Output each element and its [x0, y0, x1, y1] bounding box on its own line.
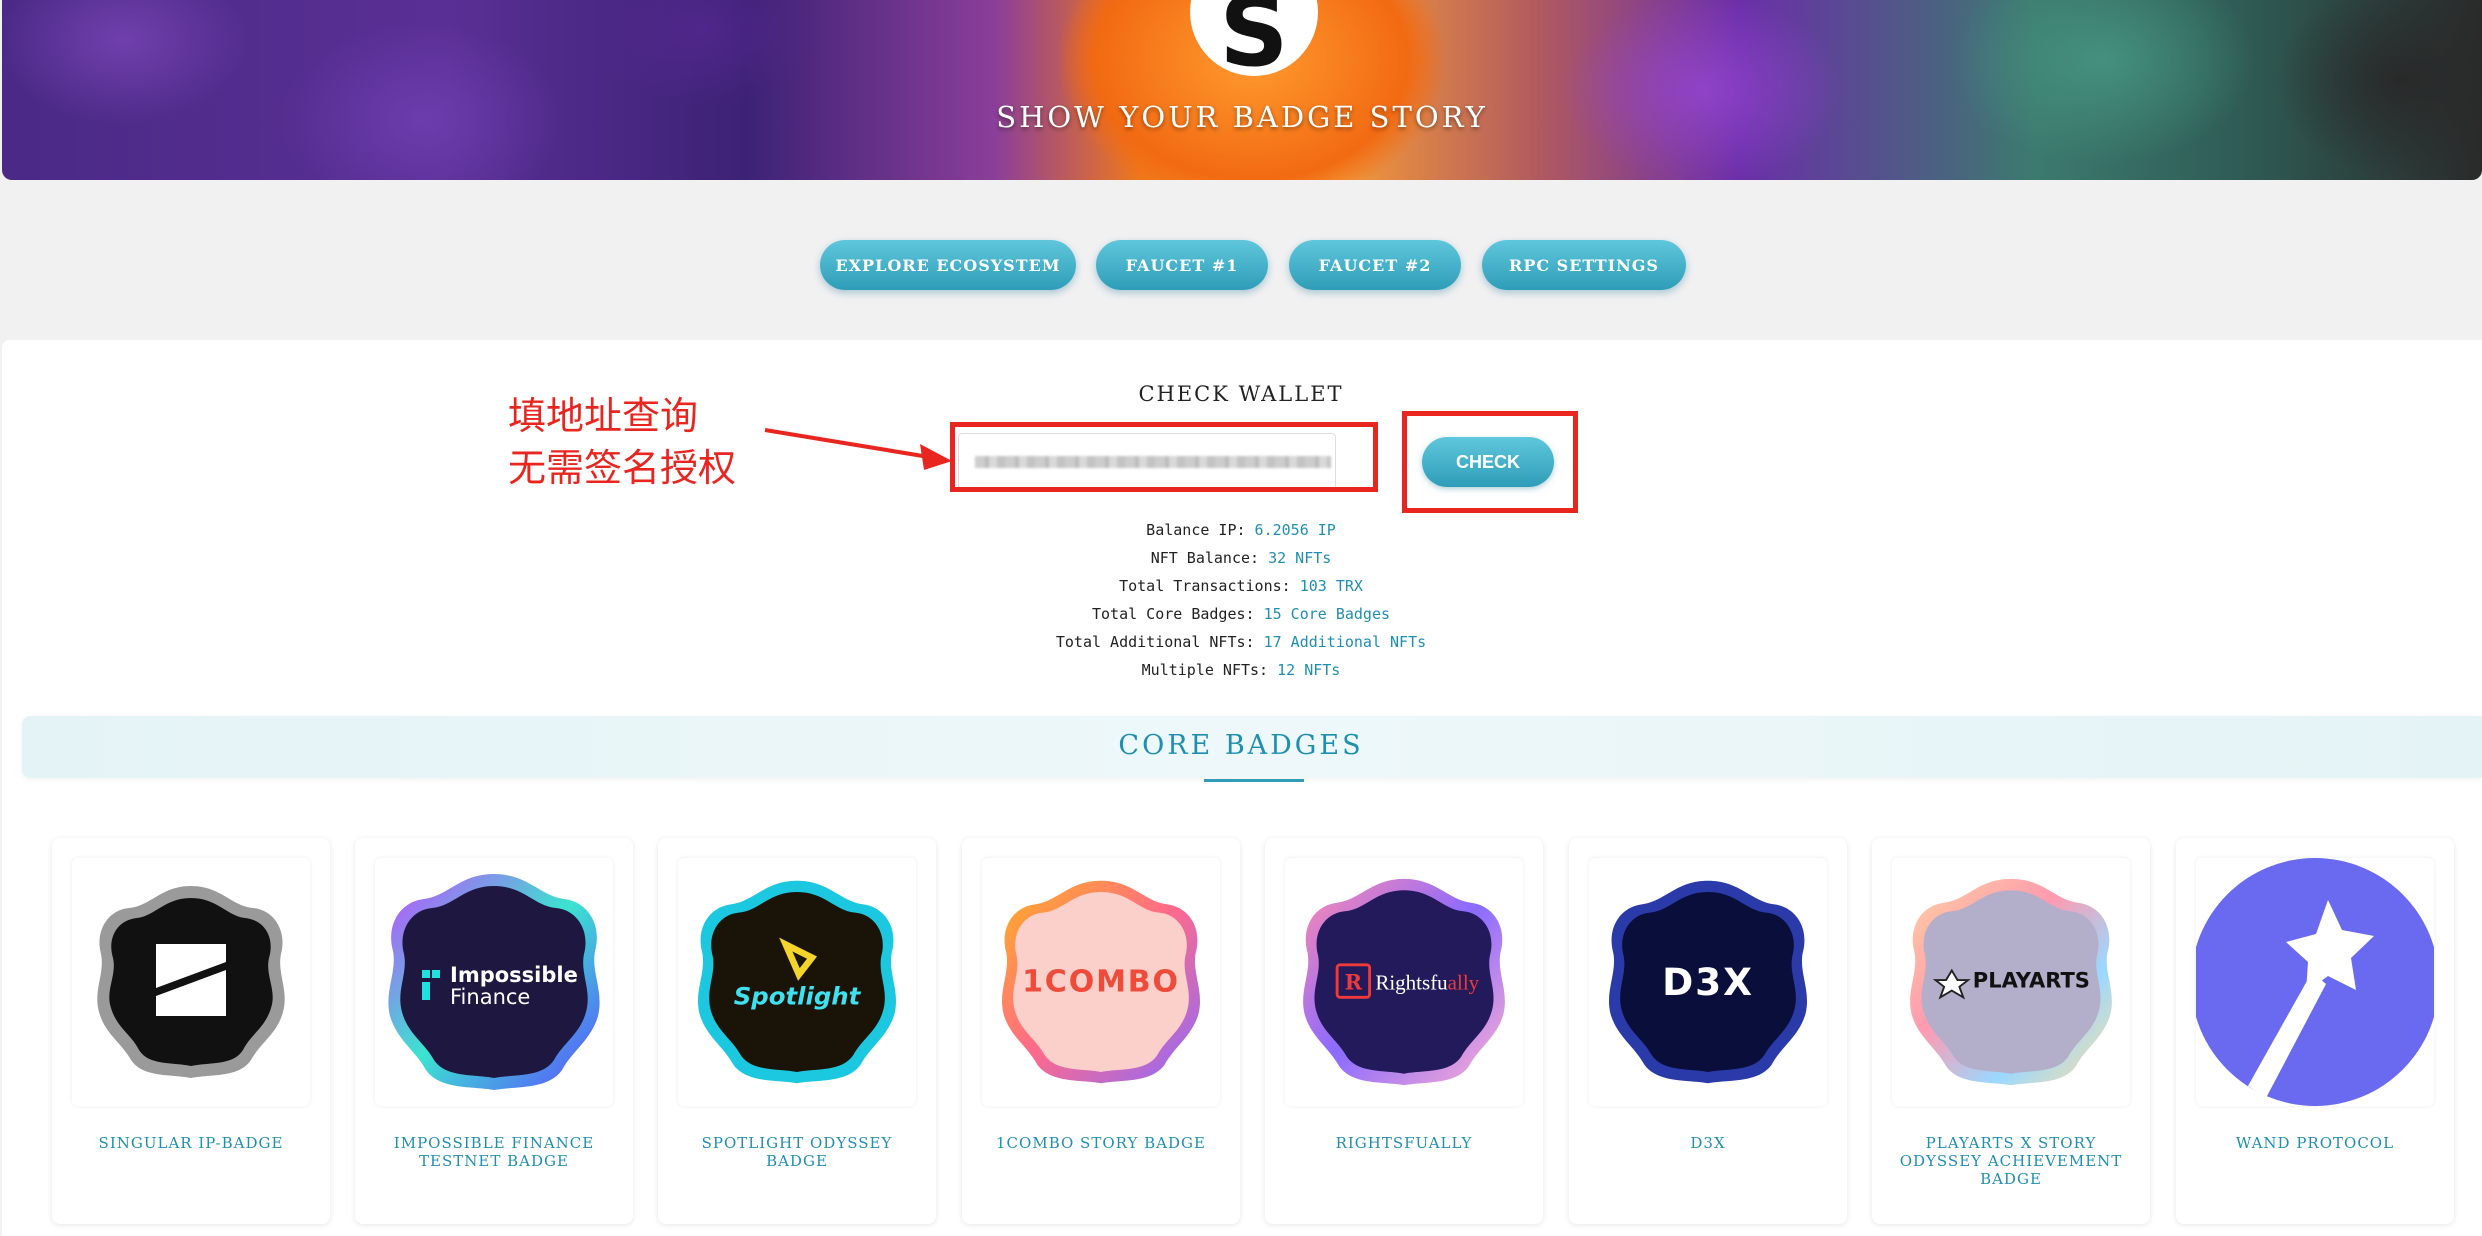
svg-text:1COMBO: 1COMBO — [1022, 964, 1180, 999]
badge-name: SINGULAR IP-BADGE — [98, 1134, 284, 1152]
impossible-finance-badge-icon: Impossible Finance — [388, 874, 600, 1090]
annotation-line-2: 无需签名授权 — [508, 446, 737, 490]
spotlight-badge-icon: Spotlight — [697, 880, 897, 1084]
d3x-badge-icon: D3X — [1608, 880, 1808, 1084]
stat-nft-balance: NFT Balance: 32 NFTs — [1150, 549, 1332, 567]
badge-card-spotlight[interactable]: Spotlight SPOTLIGHT ODYSSEY BADGE — [658, 838, 936, 1224]
badge-name: PLAYARTS X STORY ODYSSEY ACHIEVEMENT BAD… — [1899, 1134, 2123, 1188]
hero-title: SHOW YOUR BADGE STORY — [996, 100, 1488, 134]
svg-text:D3X: D3X — [1662, 960, 1754, 1004]
annotation-text: 填地址查询 无需签名授权 — [508, 390, 736, 494]
badge-image — [72, 858, 310, 1106]
badge-image: 1COMBO — [982, 858, 1220, 1106]
badge-name: D3X — [1690, 1134, 1726, 1152]
badge-card-rightsfually[interactable]: R Rightsfually RIGHTSFUALLY — [1265, 838, 1543, 1224]
core-badges-title: CORE BADGES — [1118, 730, 1364, 761]
stat-additional-nfts: Total Additional NFTs: 17 Additional NFT… — [1055, 633, 1427, 651]
check-wallet-title: CHECK WALLET — [1138, 382, 1344, 406]
stat-total-transactions: Total Transactions: 103 TRX — [1119, 577, 1363, 595]
stat-multiple-nfts: Multiple NFTs: 12 NFTs — [1141, 661, 1341, 679]
badge-image: R Rightsfually — [1285, 858, 1523, 1106]
badge-image: Impossible Finance — [375, 858, 613, 1106]
badge-card-playarts[interactable]: PLAYARTS PLAYARTS X STORY ODYSSEY ACHIEV… — [1872, 838, 2150, 1224]
badge-card-singular[interactable]: SINGULAR IP-BADGE — [52, 838, 330, 1224]
story-logo: S — [1190, 0, 1318, 80]
wallet-stats: Balance IP: 6.2056 IP NFT Balance: 32 NF… — [0, 516, 2482, 684]
1combo-badge-icon: 1COMBO — [1001, 880, 1201, 1084]
svg-text:PLAYARTS: PLAYARTS — [1973, 968, 2090, 993]
svg-text:Rightsfually: Rightsfually — [1375, 971, 1479, 995]
singular-badge-icon — [97, 886, 285, 1078]
badge-image — [2196, 858, 2434, 1106]
explore-ecosystem-button[interactable]: EXPLORE ECOSYSTEM — [820, 240, 1076, 290]
badge-name: SPOTLIGHT ODYSSEY BADGE — [701, 1134, 893, 1170]
badge-card-1combo[interactable]: 1COMBO 1COMBO STORY BADGE — [962, 838, 1240, 1224]
hero-banner: S SHOW YOUR BADGE STORY — [2, 0, 2482, 180]
badge-name: WAND PROTOCOL — [2235, 1134, 2395, 1152]
badge-card-d3x[interactable]: D3X D3X — [1569, 838, 1847, 1224]
badge-card-wand-protocol[interactable]: WAND PROTOCOL — [2176, 838, 2454, 1224]
stat-core-badges: Total Core Badges: 15 Core Badges — [1091, 605, 1391, 623]
button-highlight-box — [1402, 411, 1578, 513]
svg-text:Impossible: Impossible — [450, 963, 578, 987]
rpc-settings-button[interactable]: RPC SETTINGS — [1482, 240, 1686, 290]
badge-name: RIGHTSFUALLY — [1335, 1134, 1473, 1152]
stat-balance: Balance IP: 6.2056 IP — [1146, 521, 1336, 539]
faucet-1-button[interactable]: FAUCET #1 — [1096, 240, 1268, 290]
badge-image: D3X — [1589, 858, 1827, 1106]
core-underline — [1204, 779, 1304, 782]
badge-name: IMPOSSIBLE FINANCE TESTNET BADGE — [393, 1134, 595, 1170]
badge-image: Spotlight — [678, 858, 916, 1106]
svg-text:R: R — [1345, 970, 1363, 995]
rightsfually-badge-icon: R Rightsfually — [1303, 878, 1505, 1086]
svg-text:Finance: Finance — [450, 985, 530, 1009]
badge-name: 1COMBO STORY BADGE — [996, 1134, 1206, 1152]
nav-bar: EXPLORE ECOSYSTEM FAUCET #1 FAUCET #2 RP… — [0, 240, 2482, 292]
wand-protocol-badge-icon — [2196, 858, 2434, 1106]
badge-card-impossible-finance[interactable]: Impossible Finance IMPOSSIBLE FINANCE TE… — [355, 838, 633, 1224]
input-highlight-box — [950, 422, 1378, 492]
svg-text:Spotlight: Spotlight — [734, 982, 862, 1011]
annotation-line-1: 填地址查询 — [508, 394, 699, 438]
faucet-2-button[interactable]: FAUCET #2 — [1289, 240, 1461, 290]
annotation-arrow-icon — [764, 428, 952, 470]
badge-image: PLAYARTS — [1892, 858, 2130, 1106]
playarts-badge-icon: PLAYARTS — [1910, 878, 2112, 1086]
